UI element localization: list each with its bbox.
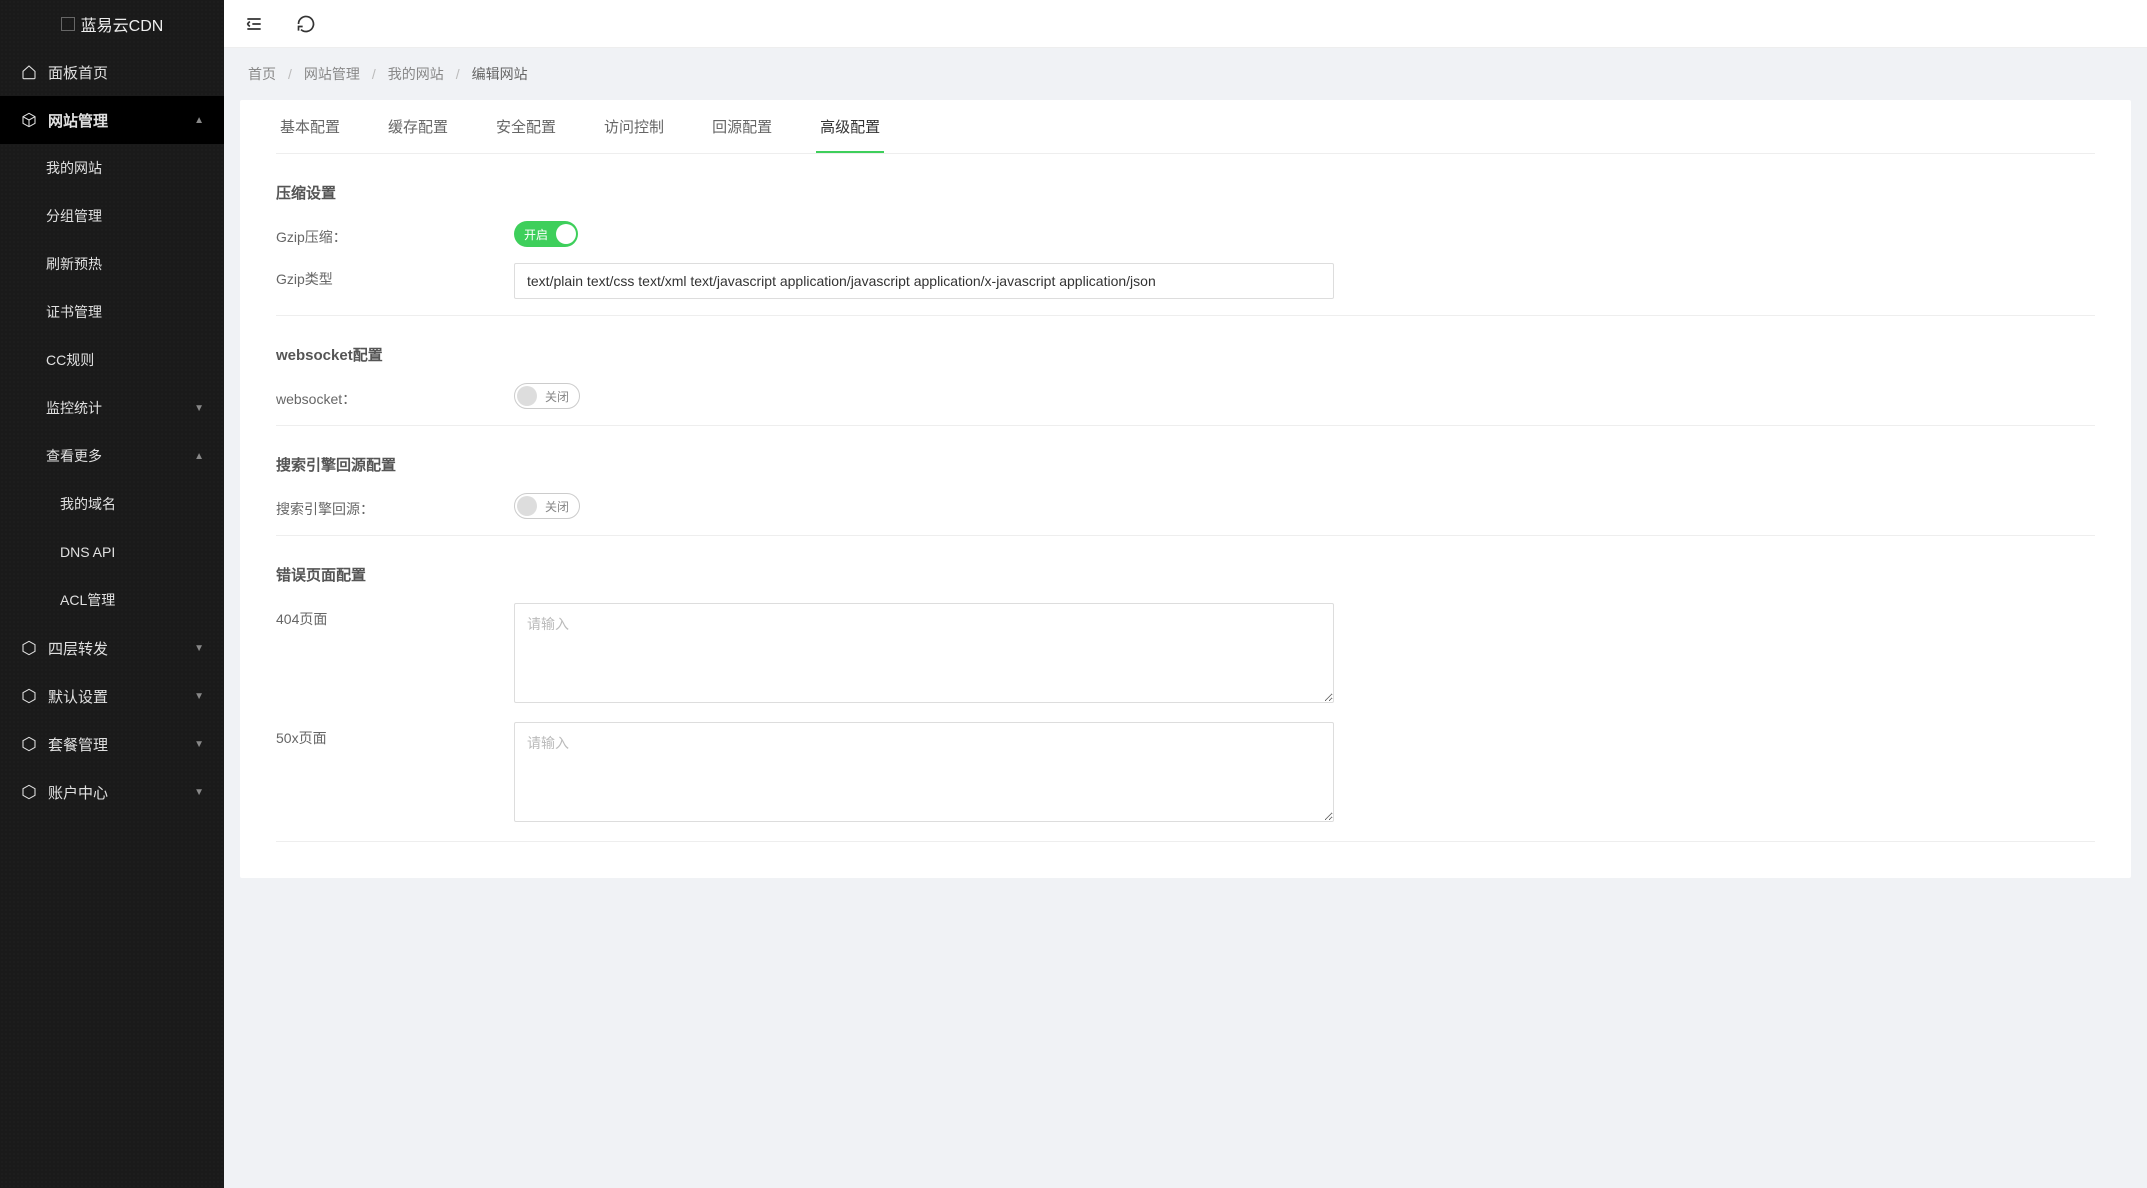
menu-collapse-icon[interactable] [244,14,264,34]
cube-icon [20,735,38,753]
app-title: 蓝易云CDN [81,12,164,36]
section-error-page: 错误页面配置 404页面 50x页面 [276,564,2095,842]
breadcrumb-item[interactable]: 我的网站 [388,64,444,84]
nav-label: ACL管理 [60,590,115,610]
tabs: 基本配置 缓存配置 安全配置 访问控制 回源配置 高级配置 [276,100,2095,154]
tab-advanced[interactable]: 高级配置 [816,102,884,153]
nav-acl-mgmt[interactable]: ACL管理 [0,576,224,624]
nav-label: 查看更多 [46,446,102,466]
chevron-down-icon: ▼ [194,691,204,702]
nav-label: 套餐管理 [48,734,108,755]
nav-package-mgmt[interactable]: 套餐管理 ▼ [0,720,224,768]
nav-refresh-preheat[interactable]: 刷新预热 [0,240,224,288]
breadcrumb-item[interactable]: 网站管理 [304,64,360,84]
toggle-off-label: 关闭 [537,498,577,515]
50x-textarea[interactable] [514,722,1334,822]
nav-label: 我的网站 [46,158,102,178]
gzip-type-label: Gzip类型 [276,263,514,289]
chevron-up-icon: ▲ [194,451,204,462]
nav-dns-api[interactable]: DNS API [0,528,224,576]
home-icon [20,63,38,81]
nav-cert-mgmt[interactable]: 证书管理 [0,288,224,336]
nav-layer4[interactable]: 四层转发 ▼ [0,624,224,672]
main-content: 首页 / 网站管理 / 我的网站 / 编辑网站 基本配置 缓存配置 安全配置 访… [224,0,2147,1188]
tab-origin[interactable]: 回源配置 [708,102,776,153]
sidebar: 蓝易云CDN 面板首页 网站管理 ▲ 我的网站 分组管理 刷新预热 证书管理 C… [0,0,224,1188]
50x-label: 50x页面 [276,722,514,748]
websocket-label: websocket： [276,383,514,409]
nav-label: 账户中心 [48,782,108,803]
nav-label: 监控统计 [46,398,102,418]
chevron-down-icon: ▼ [194,403,204,414]
chevron-down-icon: ▼ [194,643,204,654]
cube-icon [20,639,38,657]
nav-label: 刷新预热 [46,254,102,274]
gzip-type-input[interactable] [514,263,1334,299]
tab-cache[interactable]: 缓存配置 [384,102,452,153]
404-textarea[interactable] [514,603,1334,703]
nav-label: 默认设置 [48,686,108,707]
logo-icon [61,17,75,31]
section-title: 搜索引擎回源配置 [276,454,2095,475]
nav-label: 分组管理 [46,206,102,226]
chevron-down-icon: ▼ [194,787,204,798]
gzip-toggle[interactable]: 开启 [514,221,578,247]
section-title: websocket配置 [276,344,2095,365]
breadcrumb: 首页 / 网站管理 / 我的网站 / 编辑网站 [224,48,2147,100]
nav-group-mgmt[interactable]: 分组管理 [0,192,224,240]
refresh-icon[interactable] [296,14,316,34]
search-origin-label: 搜索引擎回源： [276,493,514,519]
section-title: 压缩设置 [276,182,2095,203]
divider [276,535,2095,536]
nav-view-more[interactable]: 查看更多 ▲ [0,432,224,480]
nav-cc-rules[interactable]: CC规则 [0,336,224,384]
toggle-on-label: 开启 [516,226,556,243]
nav-default-settings[interactable]: 默认设置 ▼ [0,672,224,720]
divider [276,841,2095,842]
gzip-label: Gzip压缩： [276,221,514,247]
nav-label: 我的域名 [60,494,116,514]
nav-dashboard[interactable]: 面板首页 [0,48,224,96]
content-panel: 基本配置 缓存配置 安全配置 访问控制 回源配置 高级配置 压缩设置 Gzip压… [240,100,2131,878]
chevron-up-icon: ▲ [194,115,204,126]
cube-icon [20,111,38,129]
tab-basic[interactable]: 基本配置 [276,102,344,153]
section-title: 错误页面配置 [276,564,2095,585]
section-compress: 压缩设置 Gzip压缩： 开启 Gzip类型 [276,182,2095,316]
nav-label: 面板首页 [48,62,108,83]
app-logo: 蓝易云CDN [0,0,224,48]
nav-label: 四层转发 [48,638,108,659]
nav-monitor[interactable]: 监控统计 ▼ [0,384,224,432]
cube-icon [20,783,38,801]
404-label: 404页面 [276,603,514,629]
topbar [224,0,2147,48]
nav-label: CC规则 [46,350,94,370]
breadcrumb-current: 编辑网站 [472,64,528,84]
divider [276,315,2095,316]
toggle-off-label: 关闭 [537,388,577,405]
tab-access[interactable]: 访问控制 [600,102,668,153]
nav-my-domains[interactable]: 我的域名 [0,480,224,528]
tab-security[interactable]: 安全配置 [492,102,560,153]
nav-label: DNS API [60,544,115,560]
nav-account[interactable]: 账户中心 ▼ [0,768,224,816]
breadcrumb-sep: / [372,66,376,82]
nav-label: 证书管理 [46,302,102,322]
section-websocket: websocket配置 websocket： 关闭 [276,344,2095,426]
nav-site-mgmt[interactable]: 网站管理 ▲ [0,96,224,144]
toggle-knob [556,224,576,244]
breadcrumb-item[interactable]: 首页 [248,64,276,84]
nav-label: 网站管理 [48,110,108,131]
toggle-knob [517,386,537,406]
nav-my-sites[interactable]: 我的网站 [0,144,224,192]
cube-icon [20,687,38,705]
divider [276,425,2095,426]
chevron-down-icon: ▼ [194,739,204,750]
breadcrumb-sep: / [288,66,292,82]
breadcrumb-sep: / [456,66,460,82]
section-search-origin: 搜索引擎回源配置 搜索引擎回源： 关闭 [276,454,2095,536]
search-origin-toggle[interactable]: 关闭 [514,493,580,519]
toggle-knob [517,496,537,516]
websocket-toggle[interactable]: 关闭 [514,383,580,409]
